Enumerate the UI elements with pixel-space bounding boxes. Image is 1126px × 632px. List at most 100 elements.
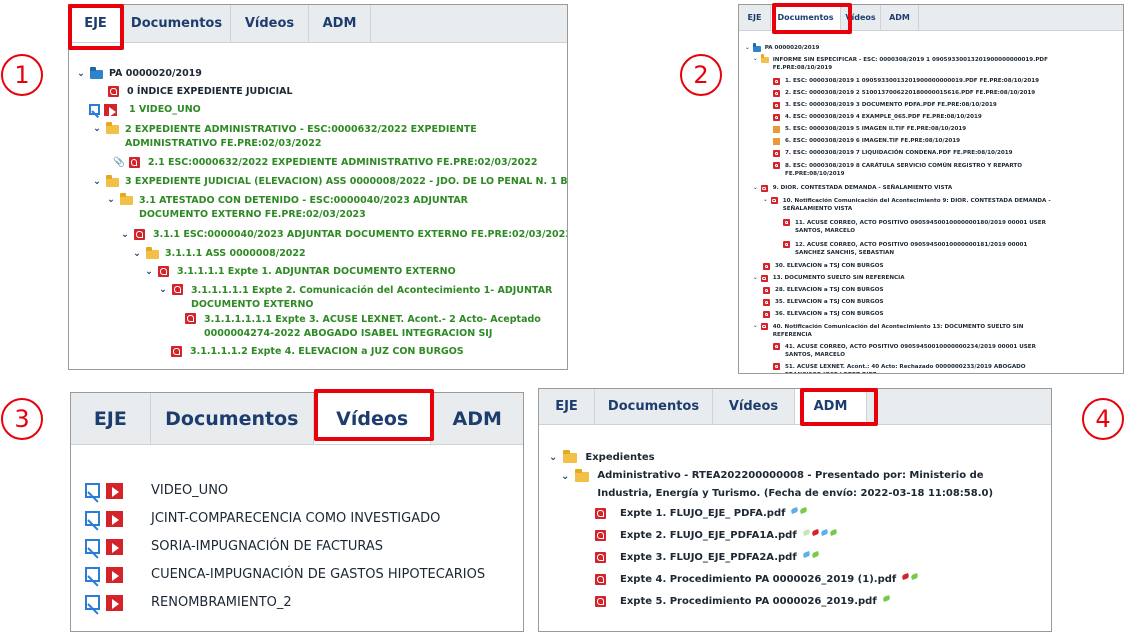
tree-item[interactable]: ⌄ 9. DIOR. CONTESTADA DEMANDA - SEÑALAMIE… [753, 185, 952, 192]
tree-item[interactable]: 11. ACUSE CORREO, ACTO POSITIVO 09059450… [783, 219, 1053, 235]
pdf-icon [763, 311, 770, 318]
tree-item[interactable]: ⌄ 2 EXPEDIENTE ADMINISTRATIVO - ESC:00006… [93, 122, 503, 151]
external-link-icon[interactable] [85, 595, 100, 610]
tree-root[interactable]: ⌄ PA 0000020/2019 [77, 67, 202, 79]
tree-item[interactable]: 28. ELEVACION a TSJ CON BURGOS [763, 287, 884, 294]
panel-adm-tree: EJE Documentos Vídeos ADM ⌄ Expedientes ⌄… [538, 388, 1052, 632]
tree-item[interactable]: 30. ELEVACION a TSJ CON BURGOS [763, 263, 884, 270]
tree-item[interactable]: ⌄ 10. Notificación Comunicación del Acont… [763, 197, 1053, 213]
tree-item[interactable]: 1. ESC: 0000308/2019 1 09059330013201900… [773, 78, 1039, 85]
tree-item[interactable]: 3.1.1.1.1.2 Expte 4. ELEVACION a JUZ CON… [171, 346, 464, 357]
pdf-icon [595, 552, 606, 563]
pdf-icon [763, 263, 770, 270]
tab-adm[interactable]: ADM [795, 389, 867, 424]
file-item[interactable]: Expte 2. FLUJO_EJE_PDFA1A.pdf [595, 528, 838, 541]
tab-eje[interactable]: EJE [71, 393, 151, 444]
tab-bar: EJE Documentos Vídeos ADM [539, 389, 1051, 425]
pdf-icon [595, 508, 606, 519]
pdf-icon [185, 313, 196, 324]
file-item[interactable]: Expte 5. Procedimiento PA 0000026_2019.p… [595, 594, 891, 607]
tab-eje[interactable]: EJE [69, 5, 123, 42]
tab-adm[interactable]: ADM [881, 5, 919, 30]
tree-item[interactable]: ⌄ 3 EXPEDIENTE JUDICIAL (ELEVACION) ASS 0… [93, 175, 567, 187]
tree-item[interactable]: 1 VIDEO_UNO [89, 104, 201, 117]
tag-icon [811, 528, 820, 537]
tree-item[interactable]: 4. ESC: 0000308/2019 4 EXAMPLE_065.PDF F… [773, 114, 982, 121]
image-icon [773, 126, 780, 133]
video-item[interactable]: JCINT-COMPARECENCIA COMO INVESTIGADO [85, 511, 440, 527]
tab-eje[interactable]: EJE [739, 5, 771, 30]
folder-icon [105, 122, 119, 134]
file-item[interactable]: Expte 3. FLUJO_EJE_PDFA2A.pdf [595, 550, 820, 563]
tree-item[interactable]: ⌄ 3.1.1.1 ASS 0000008/2022 [133, 247, 306, 259]
tree-item[interactable]: ⌄ 3.1.1.1.1.1 Expte 2. Comunicación del A… [159, 284, 559, 312]
video-item[interactable]: SORIA-IMPUGNACIÓN DE FACTURAS [85, 539, 383, 555]
tree-item[interactable]: 3. ESC: 0000308/2019 3 DOCUMENTO PDFA.PD… [773, 102, 997, 109]
video-item[interactable]: RENOMBRAMIENTO_2 [85, 595, 292, 611]
folder-icon [575, 469, 590, 482]
tree-item[interactable]: 12. ACUSE CORREO, ACTO POSITIVO 09059450… [783, 241, 1053, 257]
pdf-icon [773, 90, 780, 97]
tab-documentos[interactable]: Documentos [771, 5, 841, 30]
folder-icon [752, 43, 761, 52]
video-item[interactable]: CUENCA-IMPUGNACIÓN DE GASTOS HIPOTECARIO… [85, 567, 485, 583]
tree-item[interactable]: ⌄ 3.1 ATESTADO CON DETENIDO - ESC:0000040… [107, 193, 517, 222]
tree-item[interactable]: 36. ELEVACION a TSJ CON BURGOS [763, 311, 884, 318]
tree-item[interactable]: ⌄ 40. Notificación Comunicación del Acont… [753, 323, 1043, 339]
tree-item[interactable]: ⌄ INFORME SIN ESPECIFICAR - ESC: 0000308/… [753, 54, 1053, 72]
tree-item[interactable]: 📎 2.1 ESC:0000632/2022 EXPEDIENTE ADMINIS… [113, 157, 538, 168]
tab-documentos[interactable]: Documentos [595, 389, 713, 424]
tab-videos[interactable]: Vídeos [713, 389, 795, 424]
external-link-icon[interactable] [85, 539, 100, 554]
video-icon [106, 483, 123, 499]
tag-icon [882, 594, 891, 603]
tree-item[interactable]: 7. ESC: 0000308/2019 7 LIQUIDACIÓN CONDE… [773, 150, 1013, 157]
tab-videos[interactable]: Vídeos [313, 393, 432, 444]
tag-icon [811, 550, 820, 559]
tree-item[interactable]: 8. ESC: 0000308/2019 8 CARÁTULA SERVICIO… [773, 162, 1063, 178]
tab-bar: EJE Documentos Vídeos ADM [739, 5, 1123, 31]
external-link-icon[interactable] [85, 483, 100, 498]
tree-item[interactable]: 2. ESC: 0000308/2019 2 51001370062201800… [773, 90, 1035, 97]
tab-videos[interactable]: Vídeos [231, 5, 309, 42]
folder-icon [145, 247, 159, 259]
pdf-icon [595, 530, 606, 541]
image-icon [773, 138, 780, 145]
folder-icon [563, 450, 578, 463]
video-item[interactable]: VIDEO_UNO [85, 483, 228, 499]
external-link-icon[interactable] [85, 567, 100, 582]
pdf-icon [773, 343, 780, 350]
tab-adm[interactable]: ADM [431, 393, 523, 444]
tree-item[interactable]: 5. ESC: 0000308/2019 5 IMAGEN II.TIF FE.… [773, 126, 966, 133]
tree-root[interactable]: ⌄ PA 0000020/2019 [745, 43, 819, 52]
tab-eje[interactable]: EJE [539, 389, 595, 424]
tree-item[interactable]: ⌄ 3.1.1 ESC:0000040/2023 ADJUNTAR DOCUMEN… [121, 229, 567, 240]
panel-videos-list: EJE Documentos Vídeos ADM VIDEO_UNO JCIN… [70, 392, 524, 632]
tree-item[interactable]: ⌄ 13. DOCUMENTO SUELTO SIN REFERENCIA [753, 275, 905, 282]
tag-icon [802, 550, 811, 559]
tree-item[interactable]: 35. ELEVACION a TSJ CON BURGOS [763, 299, 884, 306]
file-item[interactable]: Expte 4. Procedimiento PA 0000026_2019 (… [595, 572, 919, 585]
external-link-icon[interactable] [85, 511, 100, 526]
tree-root[interactable]: ⌄ Expedientes [549, 450, 655, 463]
pdf-icon [595, 596, 606, 607]
file-item[interactable]: Expte 1. FLUJO_EJE_ PDFA.pdf [595, 506, 809, 519]
tab-documentos[interactable]: Documentos [151, 393, 314, 444]
tree-item[interactable]: 41. ACUSE CORREO, ACTO POSITIVO 09059450… [773, 343, 1053, 359]
tag-icon [799, 506, 809, 515]
tree-item[interactable]: ⌄ Administrativo - RTEA202200000008 - Pre… [561, 469, 1041, 503]
tree-item[interactable]: 6. ESC: 0000308/2019 6 IMAGEN.TIF FE.PRE… [773, 138, 960, 145]
tab-adm[interactable]: ADM [309, 5, 371, 42]
tab-documentos[interactable]: Documentos [123, 5, 231, 42]
tree-item[interactable]: ⌄ 3.1.1.1.1 Expte 1. ADJUNTAR DOCUMENTO E… [145, 266, 456, 277]
tab-videos[interactable]: Vídeos [841, 5, 881, 30]
tree-item[interactable]: 3.1.1.1.1.1.1 Expte 3. ACUSE LEXNET. Aco… [185, 313, 555, 341]
root-label: PA 0000020/2019 [108, 68, 202, 79]
pdf-icon [773, 150, 780, 157]
pdf-icon [595, 574, 606, 585]
tag-icon [901, 572, 910, 581]
tree-item[interactable]: 51. ACUSE LEXNET. Acont.: 40 Acto: Recha… [773, 363, 1053, 373]
external-link-icon[interactable] [89, 104, 100, 115]
tree-item[interactable]: 0 ÍNDICE EXPEDIENTE JUDICIAL [108, 86, 293, 97]
pdf-icon [773, 102, 780, 109]
